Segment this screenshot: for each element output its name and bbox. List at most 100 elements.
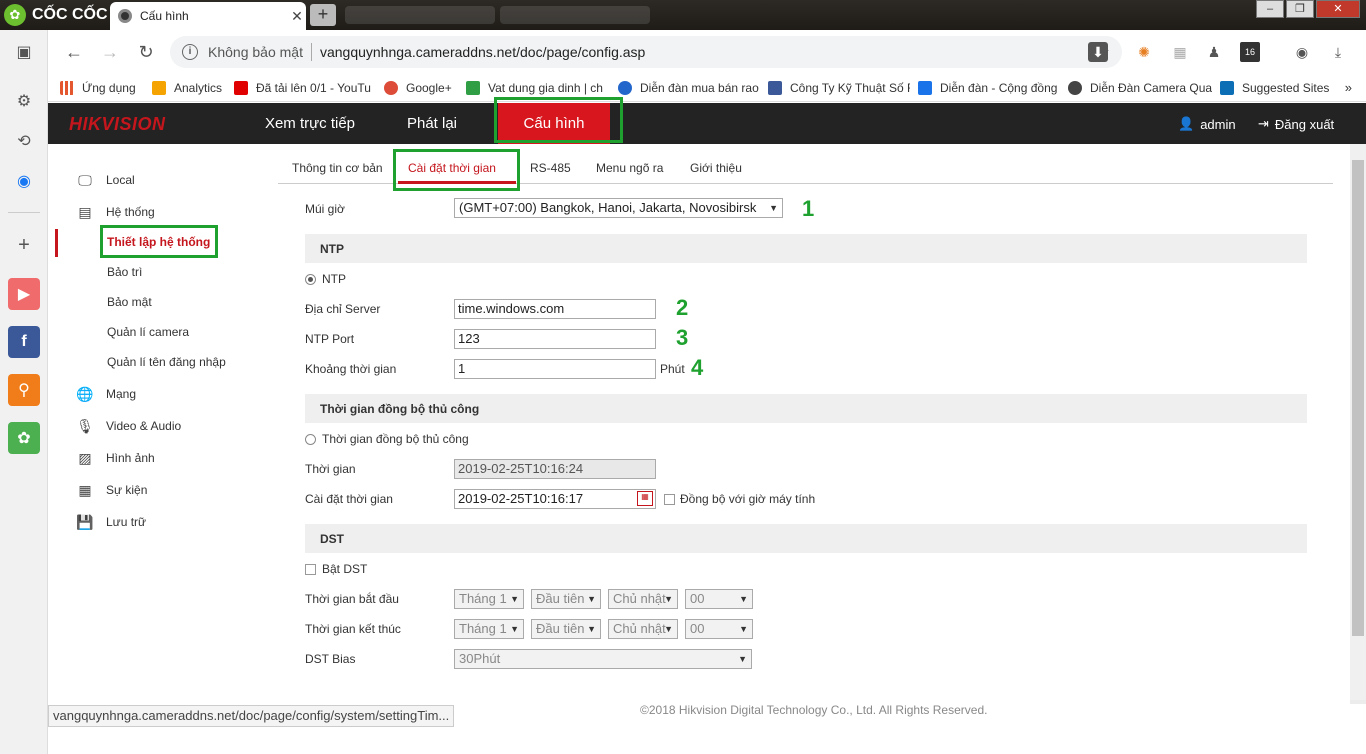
minimize-button[interactable]: – <box>1256 0 1284 18</box>
url-text[interactable]: vangquynhnga.cameraddns.net/doc/page/con… <box>320 44 645 60</box>
nav-playback[interactable]: Phát lại <box>388 103 476 144</box>
youtube-icon[interactable]: ▶ <box>8 278 40 310</box>
submenu-security[interactable]: Bảo mật <box>107 292 152 312</box>
menu-storage[interactable]: 💾 Lưu trữ <box>76 512 146 532</box>
scrollbar-thumb[interactable] <box>1352 160 1364 636</box>
menu-network[interactable]: 🌐 Mạng <box>76 384 136 404</box>
reload-button[interactable]: ↻ <box>134 40 158 64</box>
bookmark-item[interactable]: Công Ty Kỹ Thuật Số F <box>768 80 910 95</box>
coccoc-brand[interactable]: ✿ CỐC CỐC <box>0 0 110 30</box>
bookmark-item[interactable]: Diễn đàn mua bán rao <box>618 80 760 95</box>
dst-end-month-select[interactable]: Tháng 1 ▼ <box>454 619 524 639</box>
annotation-number: 3 <box>676 325 689 350</box>
close-window-button[interactable]: ✕ <box>1316 0 1360 18</box>
nav-live-view[interactable]: Xem trực tiếp <box>248 103 372 144</box>
maximize-button[interactable]: ❐ <box>1286 0 1314 18</box>
submenu-user-management[interactable]: Quản lí tên đăng nhập <box>107 352 226 372</box>
info-icon[interactable]: i <box>182 44 198 60</box>
dst-start-week-select[interactable]: Đầu tiên ▼ <box>531 589 601 609</box>
dst-end-day-select[interactable]: Chủ nhật ▼ <box>608 619 678 639</box>
omnibox[interactable]: i Không bảo mật vangquynhnga.cameraddns.… <box>170 36 1122 68</box>
extension-icon[interactable]: ♟ <box>1204 42 1224 62</box>
profile-icon[interactable]: ◉ <box>1292 42 1312 62</box>
annotation-number: 4 <box>691 355 704 380</box>
bookmark-item[interactable]: Vat dung gia dinh | ch <box>466 80 610 95</box>
bookmark-item[interactable]: Đã tải lên 0/1 - YouTu <box>234 80 376 95</box>
menu-video-audio[interactable]: 🎙 Video & Audio <box>76 416 181 436</box>
browser-tab-active[interactable]: Cấu hình ✕ <box>110 2 306 30</box>
manual-sync-radio-label: Thời gian đồng bộ thủ công <box>322 432 469 446</box>
bookmark-item[interactable]: Diễn Đàn Camera Quan <box>1068 80 1212 95</box>
timezone-select[interactable]: (GMT+07:00) Bangkok, Hanoi, Jakarta, Nov… <box>454 198 783 218</box>
extension-icon[interactable]: 16 <box>1240 42 1260 62</box>
history-icon[interactable]: ⟲ <box>8 125 40 157</box>
ntp-port-input[interactable]: 123 <box>454 329 656 349</box>
submenu-maintenance[interactable]: Bảo trì <box>107 262 142 282</box>
window-icon: ▤ <box>78 204 92 220</box>
add-panel-icon[interactable]: + <box>8 229 40 261</box>
select-value: Đầu tiên <box>536 591 585 606</box>
facebook-icon <box>768 80 782 95</box>
section-title: DST <box>320 532 344 546</box>
select-value: Đầu tiên <box>536 621 585 636</box>
tab-rs485[interactable]: RS-485 <box>530 161 571 175</box>
username: admin <box>1200 116 1236 132</box>
tab-title: Cấu hình <box>140 9 189 23</box>
timezone-label: Múi giờ <box>305 202 345 216</box>
bookmark-item[interactable]: Google+ <box>384 80 458 95</box>
bookmark-item[interactable]: Analytics <box>152 80 226 95</box>
search-app-icon[interactable]: ⚲ <box>8 374 40 406</box>
bookmarks-overflow-icon[interactable]: » <box>1345 80 1352 95</box>
menu-label: Video & Audio <box>106 419 182 433</box>
downloads-icon[interactable]: ⤓ <box>1328 42 1348 62</box>
server-label: Địa chỉ Server <box>305 302 381 316</box>
background-tab[interactable] <box>345 6 495 24</box>
menu-image[interactable]: ▨ Hình ảnh <box>76 448 154 468</box>
calendar-icon[interactable]: ▦ <box>637 491 653 506</box>
tab-about[interactable]: Giới thiệu <box>690 161 742 175</box>
messenger-icon[interactable]: ◉ <box>8 165 40 197</box>
sidebar-toggle-icon[interactable]: ▣ <box>8 36 40 68</box>
set-time-input[interactable]: 2019-02-25T10:16:17 <box>454 489 656 509</box>
settings-gear-icon[interactable]: ⚙ <box>8 85 40 117</box>
dst-start-month-select[interactable]: Tháng 1 ▼ <box>454 589 524 609</box>
dst-enable-checkbox[interactable] <box>305 564 316 575</box>
menu-local[interactable]: 🖵 Local <box>76 170 134 190</box>
page-scrollbar[interactable] <box>1350 144 1366 700</box>
apps-icon <box>60 80 74 95</box>
section-title: NTP <box>320 242 344 256</box>
dst-start-hour-select[interactable]: 00 ▼ <box>685 589 753 609</box>
dst-end-week-select[interactable]: Đầu tiên ▼ <box>531 619 601 639</box>
tab-basic-info[interactable]: Thông tin cơ bản <box>292 161 383 175</box>
manual-sync-radio[interactable] <box>305 434 316 445</box>
sync-pc-checkbox[interactable] <box>664 494 675 505</box>
logout-button[interactable]: ⇥ Đăng xuất <box>1258 116 1334 132</box>
bookmark-item[interactable]: Suggested Sites <box>1220 80 1338 95</box>
facebook-icon[interactable]: f <box>8 326 40 358</box>
menu-event[interactable]: ▦ Sự kiện <box>76 480 147 500</box>
dst-start-day-select[interactable]: Chủ nhật ▼ <box>608 589 678 609</box>
user-menu[interactable]: 👤 admin <box>1178 116 1236 132</box>
bookmark-item[interactable]: Ứng dụng <box>60 80 144 95</box>
dst-end-hour-select[interactable]: 00 ▼ <box>685 619 753 639</box>
ntp-radio[interactable] <box>305 274 316 285</box>
background-tab[interactable] <box>500 6 650 24</box>
extension-icon[interactable]: ▦ <box>1170 42 1190 62</box>
new-tab-button[interactable]: + <box>310 4 336 26</box>
submenu-camera-management[interactable]: Quản lí camera <box>107 322 189 342</box>
chevron-down-icon: ▼ <box>664 594 673 604</box>
interval-input[interactable]: 1 <box>454 359 656 379</box>
back-button[interactable]: ← <box>62 40 86 64</box>
tab-output-menu[interactable]: Menu ngõ ra <box>596 161 663 175</box>
server-address-input[interactable]: time.windows.com <box>454 299 656 319</box>
hikvision-logo: HIKVISION <box>69 114 166 134</box>
download-icon[interactable]: ⬇ <box>1088 42 1108 62</box>
chevron-down-icon: ▼ <box>510 624 519 634</box>
coccoc-app-icon[interactable]: ✿ <box>8 422 40 454</box>
bookmark-item[interactable]: Diễn đàn - Cộng đồng <box>918 80 1060 95</box>
forward-button[interactable]: → <box>98 40 122 64</box>
extension-icon[interactable]: ✺ <box>1134 42 1154 62</box>
tab-close-icon[interactable]: ✕ <box>288 8 306 25</box>
menu-system[interactable]: ▤ Hệ thống <box>76 202 154 222</box>
dst-bias-select[interactable]: 30Phút ▼ <box>454 649 752 669</box>
